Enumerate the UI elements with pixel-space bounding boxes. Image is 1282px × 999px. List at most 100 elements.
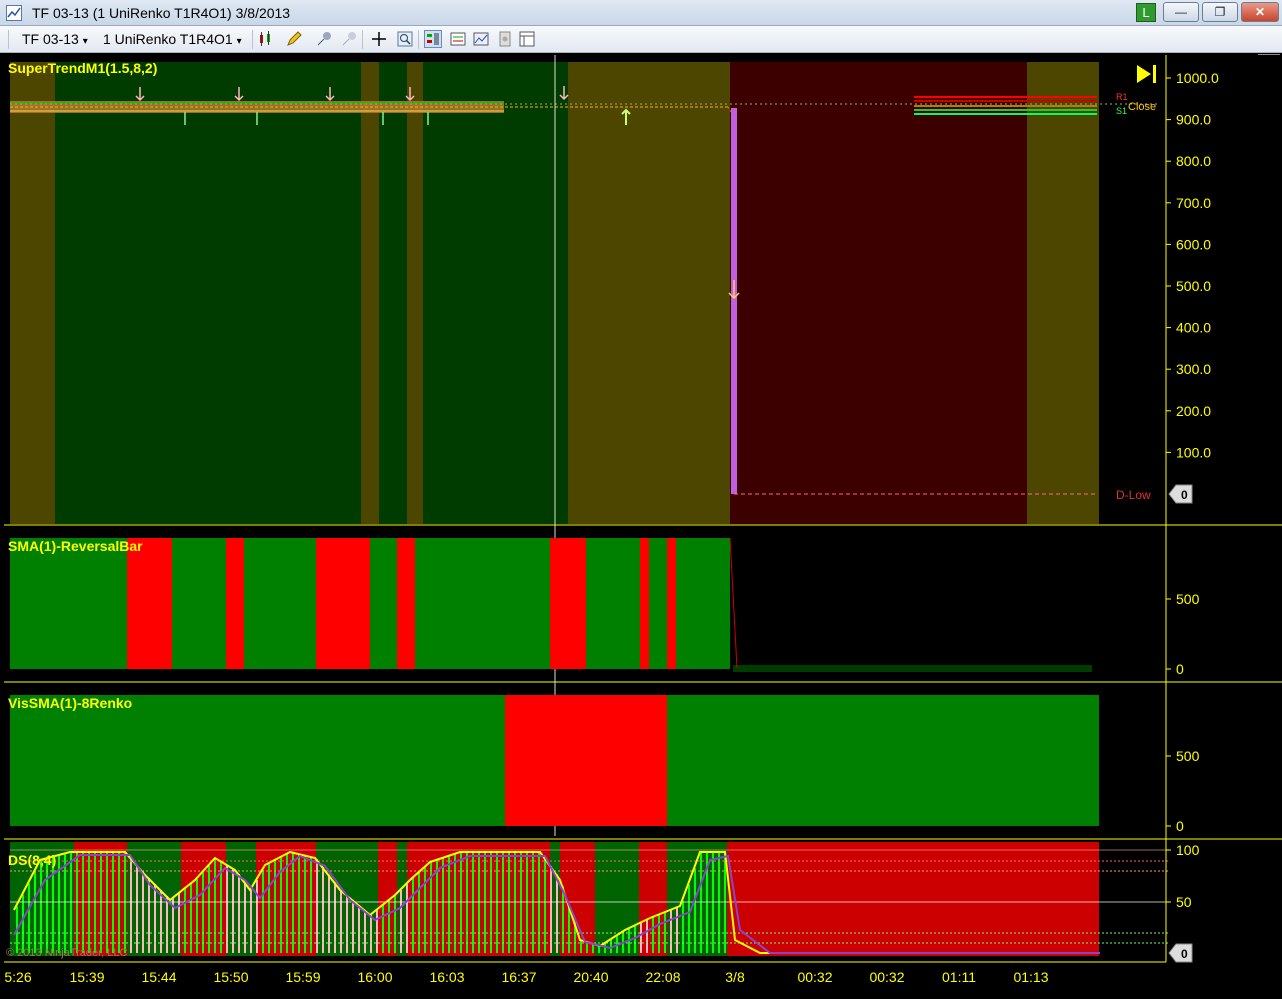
value-axis-label: 500 xyxy=(1176,748,1200,764)
ds-histogram-bar xyxy=(538,852,540,953)
last-bar-icon xyxy=(1137,65,1156,83)
close-label: Close xyxy=(1128,101,1156,113)
ds-histogram-bar xyxy=(304,855,306,953)
ds-histogram-bar xyxy=(502,852,504,953)
ds-histogram-bar xyxy=(328,874,330,953)
ds-histogram-bar xyxy=(520,852,522,953)
ds-histogram-bar xyxy=(478,852,480,953)
ds-histogram-bar xyxy=(214,859,216,953)
ds-histogram-bar xyxy=(412,878,414,953)
crosshair-icon[interactable] xyxy=(370,30,388,48)
period-selector[interactable]: 1 UniRenko T1R4O1 ▾ xyxy=(103,31,242,47)
copyright-text: © 2013 NinjaTrader, LLC xyxy=(6,947,127,959)
time-axis-label: 20:40 xyxy=(573,969,608,985)
price-axis-label: 200.0 xyxy=(1176,403,1211,419)
chart-trader-icon[interactable] xyxy=(424,30,442,48)
time-axis-label: 15:39 xyxy=(69,969,104,985)
data-box-icon[interactable] xyxy=(449,30,467,48)
ds-histogram-bar xyxy=(196,878,198,953)
chart-canvas: R1 S1 Close SuperTrendM1(1.5,8,2) 1000.0… xyxy=(4,55,1282,985)
chart-app-icon xyxy=(6,5,22,21)
time-axis-label: 16:03 xyxy=(429,969,464,985)
price-marker-badge: 0 xyxy=(1168,484,1193,504)
chart-properties-icon[interactable] xyxy=(472,30,490,48)
ds-histogram-bar xyxy=(178,893,180,953)
panel-title: SuperTrendM1(1.5,8,2) xyxy=(8,60,157,76)
ds-histogram-bar xyxy=(394,895,396,953)
ds-histogram-bar xyxy=(466,852,468,953)
ds-histogram-bar xyxy=(256,880,258,953)
candlestick-icon[interactable] xyxy=(257,30,275,48)
ds-histogram-bar xyxy=(418,872,420,953)
ds-histogram-bar xyxy=(52,856,54,953)
ds-histogram-bar xyxy=(712,852,714,953)
panel-reversal-bar: SMA(1)-ReversalBar 500 0 xyxy=(4,537,1282,683)
restore-button[interactable]: ❐ xyxy=(1202,2,1238,22)
instrument-label: TF 03-13 xyxy=(22,31,79,47)
ds-histogram-bar xyxy=(496,852,498,953)
minimize-button[interactable]: — xyxy=(1163,2,1199,22)
ds-histogram-bar xyxy=(352,900,354,953)
ds-histogram-bar xyxy=(226,864,228,953)
bg-region-olive xyxy=(361,62,379,524)
time-axis-label: 00:32 xyxy=(797,969,832,985)
strategies-icon[interactable] xyxy=(496,30,514,48)
ds-histogram-bar xyxy=(574,922,576,953)
time-axis-label: 16:00 xyxy=(357,969,392,985)
ds-histogram-bar xyxy=(436,860,438,953)
ds-histogram-bar xyxy=(268,863,270,953)
ds-histogram-bar xyxy=(88,852,90,953)
price-axis-label: 900.0 xyxy=(1176,112,1211,128)
ds-histogram-bar xyxy=(706,852,708,953)
instrument-selector[interactable]: TF 03-13 ▾ xyxy=(22,31,88,47)
ds-histogram-bar xyxy=(172,898,174,953)
ds-histogram-bar xyxy=(592,943,594,953)
price-axis-label: 700.0 xyxy=(1176,195,1211,211)
bg-region-dark-green xyxy=(379,62,407,524)
ds-histogram-bar xyxy=(388,900,390,953)
chevron-down-icon: ▾ xyxy=(236,36,242,47)
ds-histogram-bar xyxy=(64,853,66,953)
scroll-up-button[interactable] xyxy=(1258,54,1280,76)
zoom-icon[interactable] xyxy=(396,30,414,48)
svg-text:S1: S1 xyxy=(1116,106,1127,116)
time-axis-label: 15:50 xyxy=(213,969,248,985)
ds-histogram-bar xyxy=(316,859,318,953)
close-button[interactable]: ✕ xyxy=(1241,2,1279,22)
ds-histogram-bar xyxy=(112,852,114,953)
time-axis-label: 22:08 xyxy=(645,969,680,985)
panel-vis-sma: VisSMA(1)-8Renko 500 0 xyxy=(4,695,1282,840)
pin-icon[interactable] xyxy=(315,30,333,48)
panel-supertrend: R1 S1 Close SuperTrendM1(1.5,8,2) 1000.0… xyxy=(4,55,1282,836)
up-arrow-marker xyxy=(621,108,631,125)
ds-histogram-bar xyxy=(676,907,678,953)
pencil-icon[interactable] xyxy=(285,30,303,48)
ds-histogram-bar xyxy=(448,856,450,953)
ds-histogram-bar xyxy=(262,870,264,953)
ds-histogram-bar xyxy=(556,874,558,953)
ds-histogram-bar xyxy=(100,852,102,953)
ds-histogram-bar xyxy=(490,852,492,953)
ds-histogram-bar xyxy=(664,912,666,953)
ds-histogram xyxy=(16,852,726,953)
price-axis-label: 100.0 xyxy=(1176,444,1211,460)
d-low-label: D-Low xyxy=(1116,488,1151,502)
chevron-down-icon: ▾ xyxy=(82,36,88,47)
ds-histogram-bar xyxy=(562,886,564,953)
title-bar: TF 03-13 (1 UniRenko T1R4O1) 3/8/2013 L … xyxy=(0,0,1282,26)
toolbar-grip xyxy=(8,30,9,49)
time-axis-label: 00:32 xyxy=(869,969,904,985)
ds-histogram-bar xyxy=(382,905,384,953)
time-axis-label: 5:26 xyxy=(4,969,31,985)
indicators-icon[interactable] xyxy=(518,30,536,48)
link-status-badge[interactable]: L xyxy=(1136,3,1156,22)
ds-histogram-bar xyxy=(58,855,60,953)
ds-histogram-bar xyxy=(442,858,444,953)
ds-histogram-bar xyxy=(718,852,720,953)
ds-histogram-bar xyxy=(670,910,672,953)
ds-histogram-bar xyxy=(244,882,246,953)
up-arrow-markers xyxy=(184,112,429,125)
ds-histogram-bar xyxy=(310,856,312,953)
pin-disabled-icon[interactable] xyxy=(340,30,358,48)
price-axis-label: 600.0 xyxy=(1176,236,1211,252)
